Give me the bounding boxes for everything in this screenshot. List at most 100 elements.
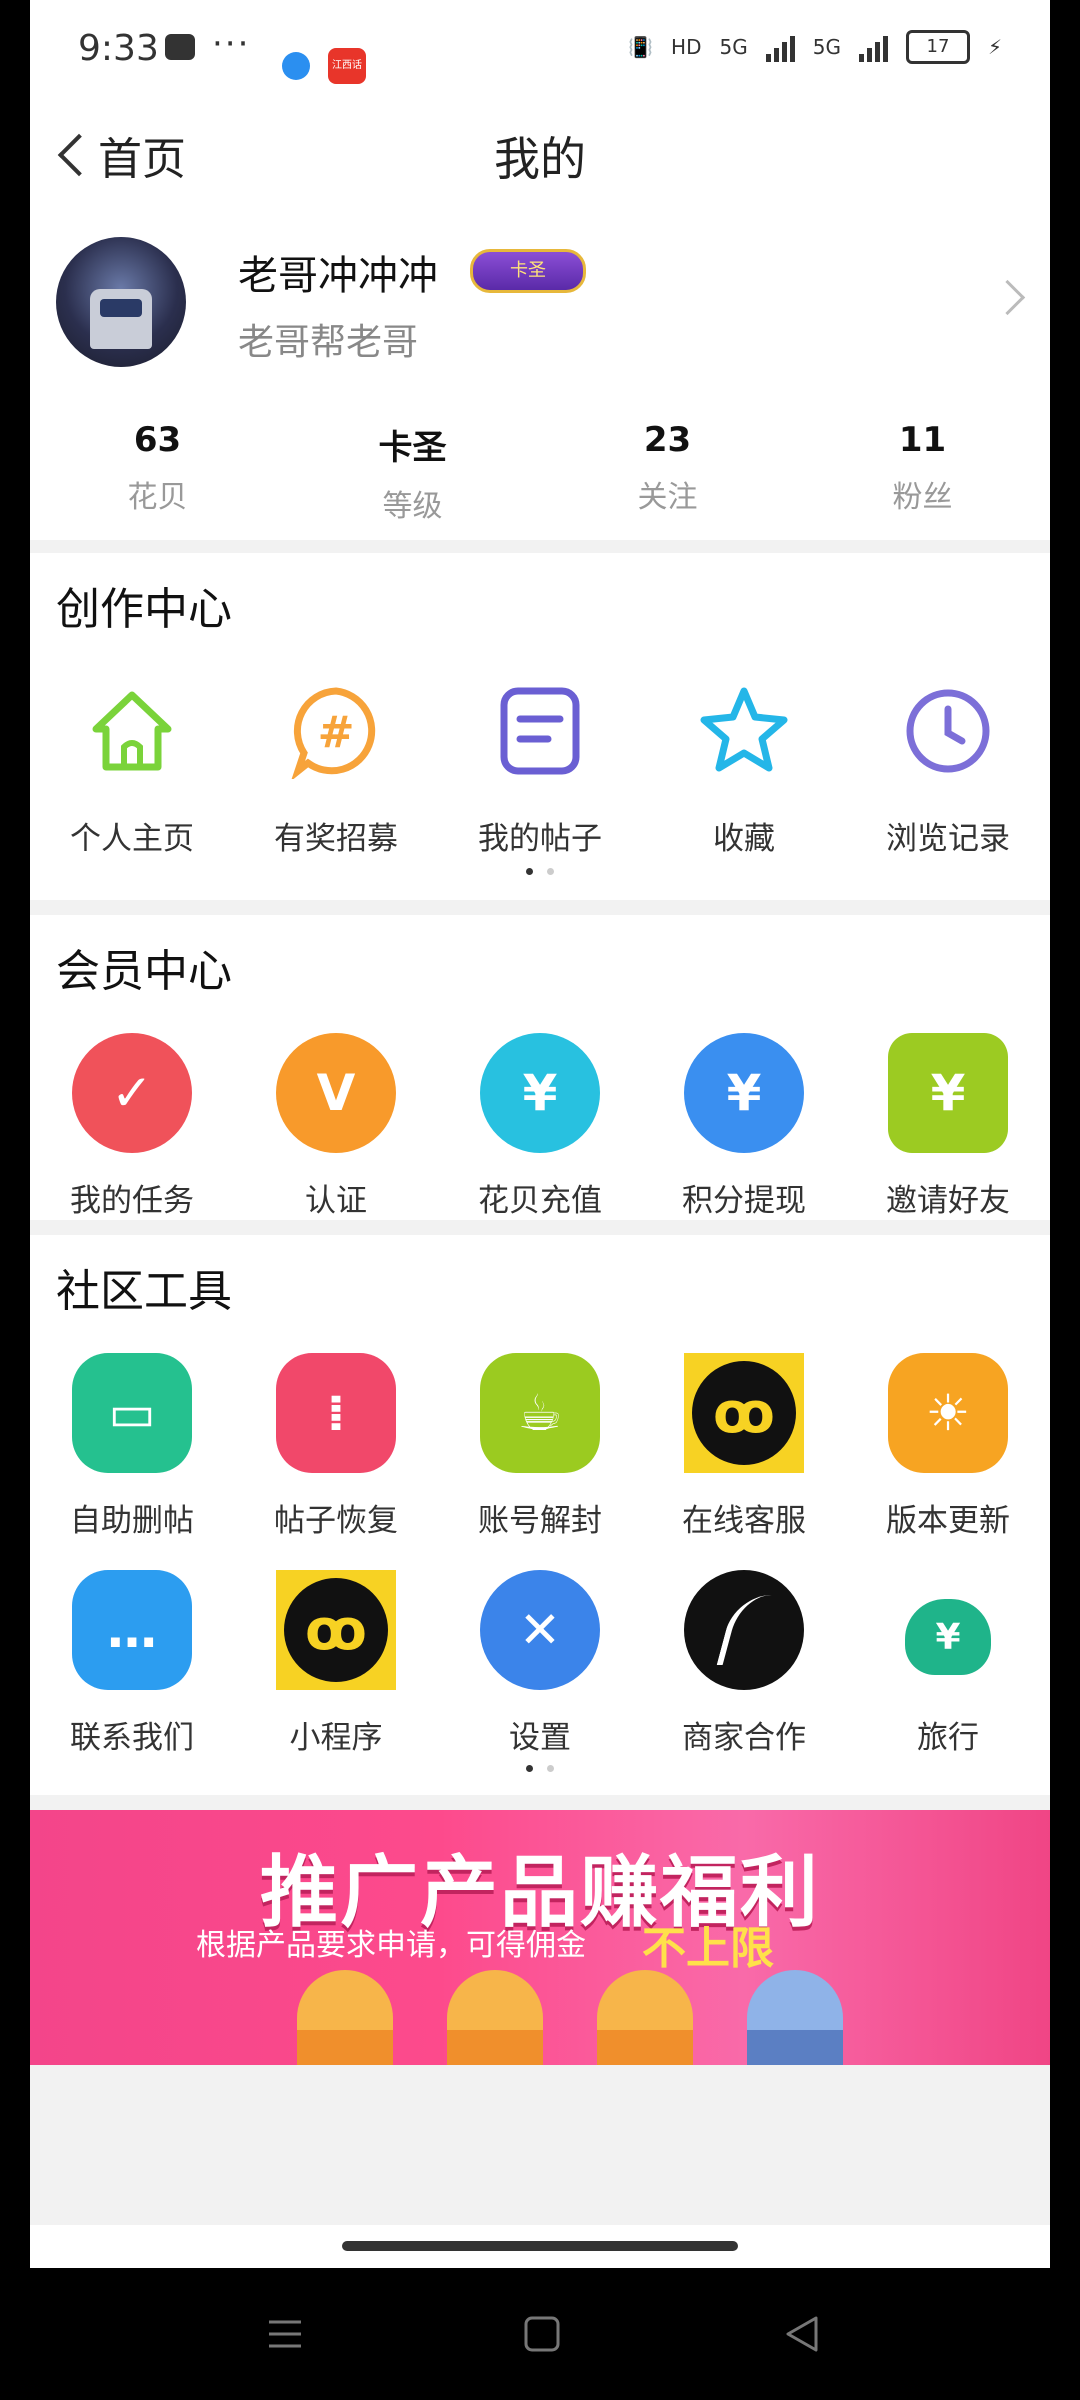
home-icon [72,671,192,791]
community-tools-section: 社区工具 ▭ 自助删帖 ⁞ 帖子恢复 ☕ 账号解封 ꝏ 在线客服 ☀ 版本更新 [30,1235,1050,1795]
tool-item-settings[interactable]: ✕ 设置 [438,1570,642,1787]
profile-card[interactable]: 老哥冲冲冲 卡圣 老哥帮老哥 63 花贝 卡圣 等级 23 关注 11 粉丝 [30,205,1050,540]
stat-label: 粉丝 [892,480,953,515]
creation-item-favorites[interactable]: 收藏 [642,671,846,876]
chat-icon: … [72,1570,192,1690]
signal-icon [858,32,888,62]
creation-center-section: 创作中心 个人主页 # 有奖招募 我的帖子 收藏 浏览记录 [30,553,1050,900]
member-item-invite[interactable]: ¥ 邀请好友 [846,1033,1050,1238]
tool-item-mini-program[interactable]: ꝏ 小程序 [234,1570,438,1787]
chevron-right-icon[interactable] [989,279,1026,316]
tool-item-unban[interactable]: ☕ 账号解封 [438,1353,642,1570]
member-item-label: 我的任务 [70,1183,194,1219]
creation-item-home[interactable]: 个人主页 [30,671,234,876]
coffee-cup-icon: ☕ [480,1353,600,1473]
section-title: 会员中心 [56,946,232,997]
tool-item-label: 版本更新 [886,1503,1010,1539]
clock-icon [888,671,1008,791]
section-title: 创作中心 [56,584,232,635]
member-item-label: 邀请好友 [886,1183,1010,1219]
stat-label: 花贝 [127,480,188,515]
user-subtitle: 老哥帮老哥 [238,322,419,363]
tool-item-support[interactable]: ꝏ 在线客服 [642,1353,846,1570]
member-item-verify[interactable]: V 认证 [234,1033,438,1238]
tool-item-label: 商家合作 [682,1720,806,1756]
stat-value: 23 [643,420,692,460]
app-notification-icon: 江西话 [328,48,366,84]
money-bag-icon: ¥ [684,1033,804,1153]
stat-huabei[interactable]: 63 花贝 [30,420,285,525]
member-item-label: 积分提现 [682,1183,806,1219]
tool-item-label: 小程序 [289,1720,383,1756]
banner-illustration [270,1960,870,2065]
home-square-icon[interactable] [522,2314,562,2354]
network-5g-label: 5G [812,35,841,59]
star-icon [684,671,804,791]
member-grid: ✓ 我的任务 V 认证 ¥ 花贝充值 ¥ 积分提现 ¥ 邀请好友 [30,1033,1050,1238]
stat-label: 关注 [637,480,698,515]
creation-item-history[interactable]: 浏览记录 [846,671,1050,876]
stat-following[interactable]: 23 关注 [540,420,795,525]
battery-icon: 17 [905,30,970,64]
member-item-label: 花贝充值 [478,1183,602,1219]
banner-subline: 根据产品要求申请，可得佣金 [196,1928,586,1963]
stat-value: 63 [133,420,182,460]
tools-grid: ▭ 自助删帖 ⁞ 帖子恢复 ☕ 账号解封 ꝏ 在线客服 ☀ 版本更新 … 联系我… [30,1353,1050,1787]
road-icon [684,1570,804,1690]
tool-item-label: 设置 [509,1720,571,1756]
tool-item-contact[interactable]: … 联系我们 [30,1570,234,1787]
pager-dots [30,868,1050,875]
more-notifications-icon: ··· [212,24,251,64]
tool-item-update[interactable]: ☀ 版本更新 [846,1353,1050,1570]
home-indicator[interactable] [342,2241,738,2251]
creation-item-label: 浏览记录 [886,821,1010,857]
status-indicators: 📳 HD 5G 5G 17 ⚡ [628,30,1002,64]
tool-item-restore-post[interactable]: ⁞ 帖子恢复 [234,1353,438,1570]
avatar[interactable] [56,237,186,367]
hashtag-icon: # [276,671,396,791]
app-screen: 9:33 ··· 江西话 📳 HD 5G 5G 17 ⚡ 首页 我的 老哥冲冲冲… [30,0,1050,2268]
charging-icon: ⚡ [987,35,1002,59]
skewer-icon: ⁞ [276,1353,396,1473]
system-navigation-bar [0,2268,1080,2400]
tool-item-label: 在线客服 [682,1503,806,1539]
status-time: 9:33 [78,28,159,69]
stat-level[interactable]: 卡圣 等级 [285,420,540,525]
train-image [90,289,152,349]
creation-item-recruit[interactable]: # 有奖招募 [234,671,438,876]
tool-item-label: 旅行 [917,1720,979,1756]
message-icon [165,34,195,60]
pager-dots [30,1765,1050,1772]
stat-followers[interactable]: 11 粉丝 [795,420,1050,525]
tool-item-business[interactable]: 商家合作 [642,1570,846,1787]
tool-item-label: 帖子恢复 [274,1503,398,1539]
note-icon [480,671,600,791]
back-triangle-icon[interactable] [782,2314,822,2354]
member-item-label: 认证 [305,1183,367,1219]
creation-grid: 个人主页 # 有奖招募 我的帖子 收藏 浏览记录 [30,671,1050,876]
menu-icon[interactable] [265,2314,305,2354]
creation-item-posts[interactable]: 我的帖子 [438,671,642,876]
member-item-tasks[interactable]: ✓ 我的任务 [30,1033,234,1238]
yuan-hand-icon: ¥ [888,1033,1008,1153]
svg-text:#: # [318,707,355,758]
network-5g-label: 5G [719,35,748,59]
nav-header: 首页 我的 [30,105,1050,205]
page-title: 我的 [494,132,586,186]
signal-icon [765,32,795,62]
tool-item-travel[interactable]: ¥ 旅行 [846,1570,1050,1787]
task-icon: ✓ [72,1033,192,1153]
profile-stats: 63 花贝 卡圣 等级 23 关注 11 粉丝 [30,420,1050,525]
creation-item-label: 收藏 [713,821,775,857]
monitor-icon: ▭ [72,1353,192,1473]
promo-banner[interactable]: 推广产品赚福利 根据产品要求申请，可得佣金 不上限 [30,1810,1050,2065]
tool-item-delete-post[interactable]: ▭ 自助删帖 [30,1353,234,1570]
app-notification-icon [282,52,310,80]
creation-item-label: 有奖招募 [274,821,398,857]
member-item-withdraw[interactable]: ¥ 积分提现 [642,1033,846,1238]
money-bag-icon: ¥ [888,1570,1008,1690]
tool-item-label: 联系我们 [70,1720,194,1756]
member-item-recharge[interactable]: ¥ 花贝充值 [438,1033,642,1238]
stat-value: 11 [898,420,947,460]
yuan-recharge-icon: ¥ [480,1033,600,1153]
